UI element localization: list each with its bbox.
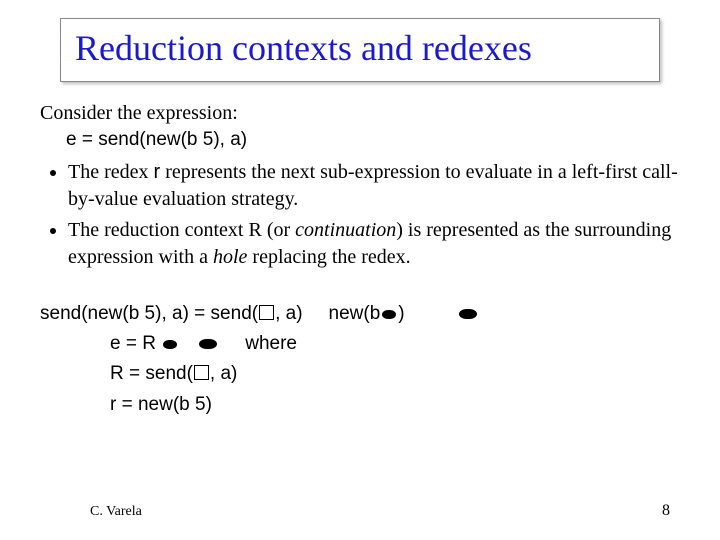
low2-a: e = R [110,333,161,354]
low3-a: R = send( [110,363,193,384]
low1-b: , a) [275,303,302,324]
slide-title: Reduction contexts and redexes [75,27,645,69]
low1-d: ) [398,303,404,324]
bullet1-text-b: represents the next sub-expression to ev… [68,161,678,210]
blob-icon [163,340,177,349]
hole-icon [259,305,274,320]
intro-line: Consider the expression: [40,100,680,127]
hole-icon [194,365,209,380]
blob-icon [459,309,477,319]
low2-where: where [245,333,297,354]
bullet2-text-c: replacing the redex. [247,246,410,268]
bullet2-italic2: hole [213,246,247,268]
deriv-line-1: send(new(b 5), a) = send( , a) new(b) [40,299,680,329]
derivation-block: send(new(b 5), a) = send( , a) new(b) e = … [40,299,680,421]
blob-icon [382,310,396,319]
low1-c: new(b [329,303,381,324]
low3-b: , a) [210,363,237,384]
bullet-2: The reduction context R (or continuation… [68,217,680,271]
deriv-line-3: R = send( , a) [110,359,680,389]
bullet-1: The redex r represents the next sub-expr… [68,159,680,213]
bullet1-text-a: The redex [68,161,154,183]
bullet2-italic: continuation [295,219,396,241]
blob-icon [199,339,217,349]
expression-line: e = send(new(b 5), a) [66,127,680,153]
bullet2-text-a: The reduction context R (or [68,219,295,241]
body: Consider the expression: e = send(new(b … [40,100,680,420]
slide: Reduction contexts and redexes Consider … [0,0,720,540]
bullet-list: The redex r represents the next sub-expr… [40,159,680,271]
deriv-line-2: e = R where [110,329,680,359]
footer-page-number: 8 [662,502,670,520]
title-container: Reduction contexts and redexes [60,18,660,82]
footer-author: C. Varela [90,504,142,520]
deriv-line-4: r = new(b 5) [110,390,680,420]
low1-a: send(new(b 5), a) = send( [40,303,258,324]
